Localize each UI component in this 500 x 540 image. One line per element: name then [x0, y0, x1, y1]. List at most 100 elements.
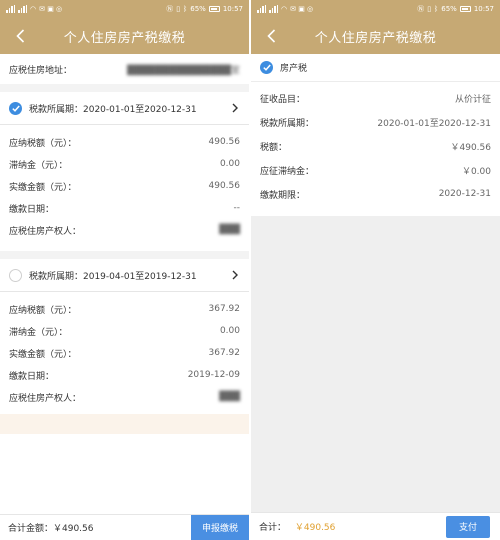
detail-label: 征收品目：	[260, 94, 306, 105]
signal-icon	[6, 5, 15, 13]
chevron-right-icon[interactable]	[230, 102, 240, 114]
beige-band	[0, 414, 249, 434]
tax-card: 房产税 征收品目： 从价计征 税款所属期： 2020-01-01至2020-12-3…	[251, 54, 500, 216]
detail-value: 0.00	[219, 326, 240, 336]
wifi-icon: ◠	[281, 5, 288, 13]
detail-value: ███	[219, 392, 240, 402]
battery-percent: 65%	[441, 5, 457, 13]
detail-row: 应税住房产权人： ███	[0, 386, 249, 408]
detail-value: 2020-12-31	[438, 189, 491, 199]
detail-value: ￥490.56	[450, 142, 492, 153]
vibrate-icon: ▯	[427, 5, 432, 13]
detail-label: 应税住房产权人：	[9, 393, 82, 404]
nfc-icon: Ⓝ	[417, 5, 425, 13]
address-label: 应税住房地址：	[9, 65, 73, 76]
detail-label: 实缴金额（元）：	[9, 349, 77, 360]
detail-label: 缴款期限：	[260, 190, 306, 201]
checked-icon[interactable]	[260, 61, 273, 74]
signal-icon-2	[269, 5, 278, 13]
signal-icon	[257, 5, 266, 13]
detail-value: 490.56	[208, 137, 241, 147]
status-bar: ◠ ✉ ▣ ◎ Ⓝ ▯ ᛒ 65% 10:57	[251, 0, 500, 18]
battery-icon	[459, 6, 471, 12]
tax-name: 房产税	[280, 64, 308, 74]
status-bar: ◠ ✉ ▣ ◎ Ⓝ ▯ ᛒ 65% 10:57	[0, 0, 249, 18]
detail-row: 应税住房产权人： ███	[0, 219, 249, 241]
detail-label: 应征滞纳金：	[260, 166, 315, 177]
detail-label: 应纳税额（元）：	[9, 305, 77, 316]
clock: 10:57	[222, 5, 243, 13]
checked-icon[interactable]	[9, 101, 22, 115]
left-screen: ◠ ✉ ▣ ◎ Ⓝ ▯ ᛒ 65% 10:57 个人住房房产税缴税 应税住房地址…	[0, 0, 249, 540]
period-label: 税款所属期：2019-04-01至2019-12-31	[29, 271, 197, 282]
detail-value: 367.92	[208, 348, 241, 358]
nav-bar: 个人住房房产税缴税	[0, 18, 249, 54]
detail-label: 应纳税额（元）：	[9, 138, 77, 149]
back-button[interactable]	[10, 25, 30, 47]
tax-item-header[interactable]: 房产税	[251, 54, 500, 82]
detail-value: 490.56	[208, 181, 241, 191]
pay-button[interactable]: 支付	[446, 515, 490, 538]
period-row-2019[interactable]: 税款所属期：2019-04-01至2019-12-31	[0, 259, 249, 291]
detail-row: 实缴金额（元）： 490.56	[0, 175, 249, 197]
detail-row: 税款所属期： 2020-01-01至2020-12-31	[251, 110, 500, 134]
bluetooth-icon: ᛒ	[434, 5, 439, 13]
chevron-left-icon	[15, 29, 24, 43]
separator	[0, 84, 249, 92]
address-row: 应税住房地址： ███████████████室	[0, 54, 249, 84]
separator	[0, 251, 249, 259]
detail-row: 缴款日期： --	[0, 197, 249, 219]
notification-icons: ✉ ▣ ◎	[39, 5, 63, 13]
detail-label: 税款所属期：	[260, 118, 315, 129]
bluetooth-icon: ᛒ	[183, 5, 188, 13]
detail-label: 缴款日期：	[9, 371, 55, 382]
detail-row: 应纳税额（元）： 367.92	[0, 298, 249, 320]
detail-label: 滞纳金（元）：	[9, 160, 68, 171]
total-label-text: 合计：	[259, 523, 287, 533]
chevron-left-icon	[266, 29, 275, 43]
detail-value: 从价计征	[454, 94, 491, 105]
detail-row: 应征滞纳金： ￥0.00	[251, 158, 500, 182]
unchecked-icon[interactable]	[9, 268, 22, 282]
battery-icon	[208, 6, 220, 12]
bottom-bar: 合计金额：￥490.56 申报缴税	[0, 514, 249, 540]
notification-icons: ✉ ▣ ◎	[290, 5, 314, 13]
clock: 10:57	[473, 5, 494, 13]
detail-value: ███	[219, 225, 240, 235]
detail-row: 滞纳金（元）： 0.00	[0, 320, 249, 342]
signal-icon-2	[18, 5, 27, 13]
detail-value: 2020-01-01至2020-12-31	[377, 118, 491, 129]
detail-row: 缴款日期： 2019-12-09	[0, 364, 249, 386]
detail-label: 实缴金额（元）：	[9, 182, 77, 193]
detail-row: 征收品目： 从价计征	[251, 86, 500, 110]
wifi-icon: ◠	[30, 5, 37, 13]
page-title: 个人住房房产税缴税	[314, 30, 437, 46]
period-label: 税款所属期：2020-01-01至2020-12-31	[29, 104, 197, 115]
total-label: 合计： ￥490.56	[251, 520, 446, 533]
detail-label: 应税住房产权人：	[9, 226, 82, 237]
detail-row: 缴款期限： 2020-12-31	[251, 182, 500, 206]
page-title: 个人住房房产税缴税	[63, 30, 186, 46]
detail-label: 滞纳金（元）：	[9, 327, 68, 338]
bottom-bar: 合计： ￥490.56 支付	[251, 512, 500, 540]
nfc-icon: Ⓝ	[166, 5, 174, 13]
vibrate-icon: ▯	[176, 5, 181, 13]
detail-label: 税额：	[260, 142, 288, 153]
total-amount: 合计金额：￥490.56	[8, 524, 94, 534]
detail-value: 0.00	[219, 159, 240, 169]
right-screen: ◠ ✉ ▣ ◎ Ⓝ ▯ ᛒ 65% 10:57 个人住房房产税缴税 房产税 征收…	[251, 0, 500, 540]
detail-row: 滞纳金（元）： 0.00	[0, 153, 249, 175]
detail-row: 税额： ￥490.56	[251, 134, 500, 158]
detail-value: 367.92	[208, 304, 241, 314]
address-value: ███████████████室	[127, 65, 240, 76]
detail-value: --	[233, 203, 241, 213]
total-amount: ￥490.56	[294, 523, 336, 533]
chevron-right-icon[interactable]	[230, 269, 240, 281]
detail-label: 缴款日期：	[9, 204, 55, 215]
submit-tax-button[interactable]: 申报缴税	[191, 514, 249, 540]
period-row-2020[interactable]: 税款所属期：2020-01-01至2020-12-31	[0, 92, 249, 124]
nav-bar: 个人住房房产税缴税	[251, 18, 500, 54]
detail-row: 应纳税额（元）： 490.56	[0, 131, 249, 153]
back-button[interactable]	[261, 25, 281, 47]
detail-value: 2019-12-09	[187, 370, 240, 380]
